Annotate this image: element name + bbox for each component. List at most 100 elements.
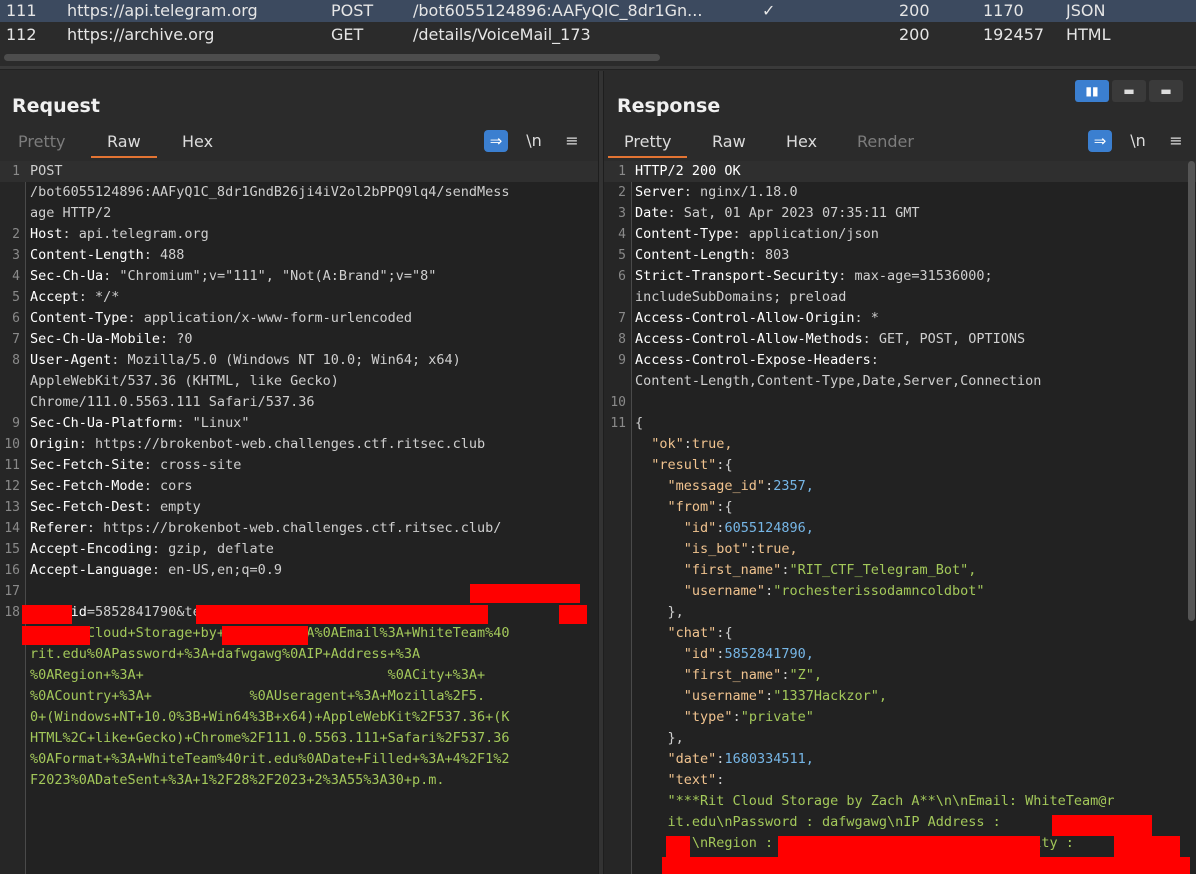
json-value: "1337Hackzor", bbox=[773, 688, 887, 704]
header-value: : en-US,en;q=0.9 bbox=[151, 562, 282, 578]
header-name: Accept-Language bbox=[30, 562, 152, 578]
json-key: "ok" bbox=[651, 436, 684, 452]
redaction-block bbox=[196, 605, 488, 624]
header-name: Access-Control-Allow-Origin bbox=[635, 310, 855, 326]
response-line: HTTP/2 200 OK bbox=[635, 161, 741, 182]
line-number: 11 bbox=[4, 458, 20, 473]
header-name: Accept bbox=[30, 289, 79, 305]
history-horizontal-scrollbar[interactable] bbox=[4, 54, 660, 61]
newline-toggle[interactable]: \n bbox=[1126, 130, 1150, 152]
header-name: Sec-Ch-Ua-Platform bbox=[30, 415, 177, 431]
header-name: Content-Type bbox=[30, 310, 128, 326]
line-number: 3 bbox=[12, 248, 20, 263]
json-value: 2357, bbox=[773, 478, 814, 494]
history-cell-status: 200 bbox=[899, 1, 930, 20]
history-cell-status: 200 bbox=[899, 25, 930, 44]
split-divider[interactable] bbox=[0, 66, 1196, 70]
header-name: Sec-Fetch-Site bbox=[30, 457, 144, 473]
request-title: Request bbox=[12, 95, 100, 117]
json-value: }, bbox=[667, 730, 684, 746]
line-number: 7 bbox=[618, 311, 626, 326]
header-value: : application/json bbox=[732, 226, 879, 242]
history-cell-num: 112 bbox=[6, 25, 37, 44]
header-value: { bbox=[635, 415, 644, 431]
history-cell-method: GET bbox=[331, 25, 364, 44]
line-number: 14 bbox=[4, 521, 20, 536]
history-cell-num: 111 bbox=[6, 1, 37, 20]
header-value: : https://brokenbot-web.challenges.ctf.r… bbox=[78, 436, 486, 452]
request-line: Sec-Ch-Ua-Platform: "Linux" bbox=[30, 413, 249, 434]
line-number: 9 bbox=[12, 416, 20, 431]
response-tab-render[interactable]: Render bbox=[857, 131, 914, 153]
line-number: 11 bbox=[610, 416, 626, 431]
word-wrap-icon[interactable]: ⇒ bbox=[1088, 130, 1112, 152]
layout-single-icon[interactable]: ▬ bbox=[1149, 80, 1183, 102]
request-tab-raw[interactable]: Raw bbox=[91, 131, 157, 158]
header-name: Access-Control-Allow-Methods bbox=[635, 331, 863, 347]
layout-stacked-icon[interactable]: ▬ bbox=[1112, 80, 1146, 102]
json-colon: : bbox=[765, 688, 774, 704]
response-editor[interactable]: 1 HTTP/2 200 OK 2 Server: nginx/1.18.0 3 Date… bbox=[604, 161, 1196, 874]
json-colon: : bbox=[765, 583, 774, 599]
json-line: "ok":true, bbox=[635, 434, 732, 455]
json-key: "id" bbox=[683, 520, 717, 536]
request-body-line: rit.edu%0APassword+%3A+dafwgawg%0AIP+Add… bbox=[30, 646, 421, 662]
json-key: "id" bbox=[683, 646, 717, 662]
header-value: : gzip, deflate bbox=[151, 541, 274, 557]
response-tab-hex[interactable]: Hex bbox=[786, 131, 817, 153]
header-name: Origin bbox=[30, 436, 79, 452]
response-vertical-scrollbar[interactable] bbox=[1188, 161, 1195, 621]
json-line: "first_name":"Z", bbox=[635, 665, 822, 686]
redaction-block bbox=[662, 857, 1190, 874]
request-line: Accept-Encoding: gzip, deflate bbox=[30, 539, 274, 560]
request-line: Sec-Fetch-Site: cross-site bbox=[30, 455, 241, 476]
history-row[interactable]: 111 https://api.telegram.org POST/bot60551… bbox=[0, 0, 1196, 26]
hamburger-icon[interactable]: ≡ bbox=[1164, 130, 1188, 152]
header-name: Access-Control-Expose-Headers bbox=[635, 352, 871, 368]
header-value: : "Chromium";v="111", "Not(A:Brand";v="8… bbox=[103, 268, 437, 284]
request-tab-pretty[interactable]: Pretty bbox=[18, 131, 65, 153]
request-tab-hex[interactable]: Hex bbox=[182, 131, 213, 153]
request-editor[interactable]: 1 POST/bot6055124896:AAFyQ1C_8dr1GndB26ji… bbox=[0, 161, 598, 874]
request-line: Sec-Ch-Ua: "Chromium";v="111", "Not(A:Br… bbox=[30, 266, 436, 287]
hamburger-icon[interactable]: ≡ bbox=[560, 130, 584, 152]
response-tab-pretty[interactable]: Pretty bbox=[607, 131, 689, 158]
json-key: "text" bbox=[667, 772, 717, 788]
header-value: : 803 bbox=[748, 247, 790, 263]
header-value: : application/x-www-form-urlencoded bbox=[127, 310, 413, 326]
word-wrap-icon[interactable]: ⇒ bbox=[484, 130, 508, 152]
json-line: }, bbox=[635, 602, 684, 623]
response-line: Content-Length: 803 bbox=[635, 245, 789, 266]
request-body-line: HTML%2C+like+Gecko)+Chrome%2F111.0.5563.… bbox=[30, 730, 510, 746]
redaction-block bbox=[22, 605, 72, 624]
line-number bbox=[0, 371, 20, 392]
json-line: "type":"private" bbox=[635, 707, 814, 728]
newline-toggle[interactable]: \n bbox=[522, 130, 546, 152]
response-tab-raw[interactable]: Raw bbox=[712, 131, 746, 153]
line-number: 17 bbox=[4, 584, 20, 599]
json-line: "date":1680334511, bbox=[635, 749, 814, 770]
history-row[interactable]: 112 https://archive.org GET/details/VoiceM… bbox=[0, 24, 1196, 50]
json-value: "***Rit Cloud Storage by Zach A**\n\nEma… bbox=[667, 793, 1115, 809]
layout-side-by-side-icon[interactable]: ▮▮ bbox=[1075, 80, 1109, 102]
line-number bbox=[0, 203, 20, 224]
json-value: }, bbox=[667, 604, 684, 620]
json-value: "private" bbox=[740, 709, 814, 725]
header-name: Server bbox=[635, 184, 684, 200]
json-colon: : bbox=[748, 541, 757, 557]
line-number bbox=[604, 371, 626, 392]
json-value: 5852841790, bbox=[724, 646, 814, 662]
json-key: "result" bbox=[651, 457, 717, 473]
redaction-block bbox=[222, 626, 308, 645]
